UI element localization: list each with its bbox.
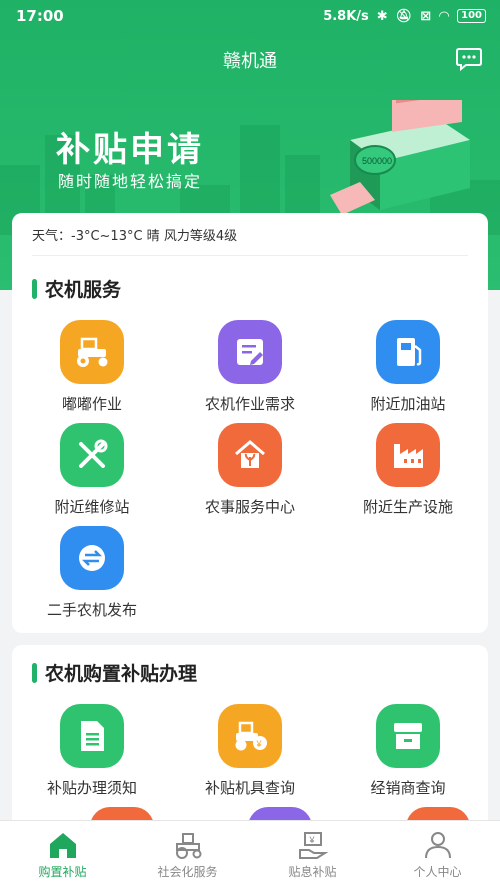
store-icon (376, 704, 440, 768)
app-title: 赣机通 (223, 51, 277, 72)
network-speed: 5.8K/s (323, 8, 369, 24)
section-title-text: 农机购置补贴办理 (45, 663, 198, 685)
cash-amount-label: 500000 (362, 156, 392, 166)
mute-icon: 🔕︎ (395, 8, 413, 24)
tab-interest-subsidy[interactable]: ¥ 贴息补贴 (250, 821, 375, 888)
divider (32, 255, 468, 256)
document-icon (60, 704, 124, 768)
service-item-label: 附近维修站 (54, 498, 130, 516)
tab-label: 购置补贴 (38, 864, 87, 879)
service-item-label: 附近生产设施 (362, 498, 453, 516)
edit-document-icon (218, 320, 282, 384)
service-item-label: 嘟嘟作业 (61, 395, 122, 413)
sim-icon: ⊠ (420, 8, 432, 24)
tractor-outline-icon (175, 832, 201, 859)
service-item-gas-station[interactable]: 附近加油站 (333, 320, 483, 414)
wifi-icon: ◠ (439, 8, 450, 24)
service-item-label: 二手农机发布 (46, 601, 137, 619)
service-item-label: 农机作业需求 (204, 395, 295, 413)
svg-text:¥: ¥ (308, 835, 315, 845)
tractor-icon (60, 320, 124, 384)
house-plant-icon (218, 423, 282, 487)
cash-counter-illustration: 500000 (330, 100, 470, 215)
farm-service-card: 天气：-3°C~13°C 晴 风力等级4级 农机服务 嘟嘟作业 农机作业需求 附… (12, 213, 488, 633)
exchange-icon (60, 526, 124, 590)
message-icon[interactable] (456, 47, 482, 71)
svg-text:¥: ¥ (256, 739, 263, 749)
service-item-agri-center[interactable]: 农事服务中心 (175, 423, 325, 517)
subsidy-item-machinery-query[interactable]: ¥ 补贴机具查询 (175, 704, 325, 798)
money-hand-icon: ¥ (298, 831, 328, 859)
section-title-text: 农机服务 (45, 279, 122, 301)
section-title-farm-service: 农机服务 (32, 275, 121, 302)
service-item-label: 附近加油站 (370, 395, 446, 413)
tractor-search-icon: ¥ (218, 704, 282, 768)
weather-info: 天气：-3°C~13°C 晴 风力等级4级 (32, 229, 238, 244)
wrench-screwdriver-icon (60, 423, 124, 487)
banner-title[interactable]: 补贴申请 (56, 122, 204, 171)
tab-label: 贴息补贴 (288, 864, 337, 879)
section-accent-bar (32, 662, 37, 683)
subsidy-item-dealer-query[interactable]: 经销商查询 (333, 704, 483, 798)
battery-icon: 100 (457, 9, 486, 23)
service-item-dudu[interactable]: 嘟嘟作业 (17, 320, 167, 414)
service-item-repair-station[interactable]: 附近维修站 (17, 423, 167, 517)
service-item-production-facility[interactable]: 附近生产设施 (333, 423, 483, 517)
subsidy-item-label: 经销商查询 (370, 779, 446, 797)
tab-purchase-subsidy[interactable]: 购置补贴 (0, 821, 125, 888)
factory-icon (376, 423, 440, 487)
home-icon (49, 832, 76, 858)
subsidy-card: 农机购置补贴办理 补贴办理须知 ¥ 补贴机具查询 经销商查询 (12, 645, 488, 845)
banner-subtitle: 随时随地轻松搞定 (58, 172, 203, 191)
service-item-used-machinery[interactable]: 二手农机发布 (17, 526, 167, 620)
section-accent-bar (32, 278, 37, 299)
fuel-pump-icon (376, 320, 440, 384)
tab-label: 个人中心 (413, 864, 462, 879)
subsidy-item-guide[interactable]: 补贴办理须知 (17, 704, 167, 798)
tab-social-service[interactable]: 社会化服务 (125, 821, 250, 888)
user-icon (424, 831, 451, 858)
status-bar: 17:00 5.8K/s ✱ 🔕︎ ⊠ ◠ 100 (0, 0, 500, 32)
service-item-operation-demand[interactable]: 农机作业需求 (175, 320, 325, 414)
subsidy-item-label: 补贴办理须知 (46, 779, 137, 797)
tab-personal-center[interactable]: 个人中心 (375, 821, 500, 888)
service-item-label: 农事服务中心 (204, 498, 295, 516)
bluetooth-icon: ✱ (376, 8, 388, 24)
tab-label: 社会化服务 (157, 864, 218, 879)
bottom-tab-bar: 购置补贴 社会化服务 ¥ 贴息补贴 个人中心 (0, 820, 500, 888)
status-time: 17:00 (16, 7, 64, 25)
section-title-subsidy: 农机购置补贴办理 (32, 659, 197, 686)
subsidy-item-label: 补贴机具查询 (204, 779, 295, 797)
